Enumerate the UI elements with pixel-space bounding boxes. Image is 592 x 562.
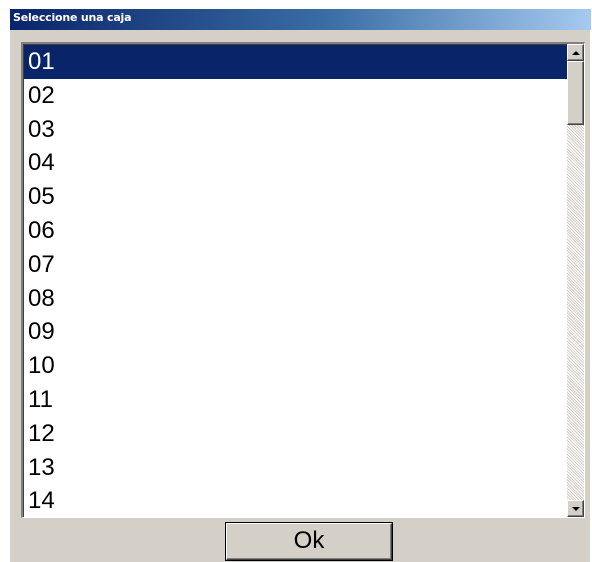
select-box-dialog: Seleccione una caja 01 02 03 04 05 06 07…	[9, 9, 591, 562]
list-item[interactable]: 08	[24, 282, 568, 316]
window-title: Seleccione una caja	[13, 11, 132, 24]
list-item[interactable]: 04	[24, 146, 568, 180]
list-item[interactable]: 06	[24, 214, 568, 248]
list-item[interactable]: 10	[24, 349, 568, 383]
list-item[interactable]: 09	[24, 315, 568, 349]
title-bar[interactable]: Seleccione una caja	[10, 9, 591, 30]
list-item[interactable]: 14	[24, 484, 568, 517]
list-item[interactable]: 13	[24, 451, 568, 485]
list-item[interactable]: 07	[24, 248, 568, 282]
box-list: 01 02 03 04 05 06 07 08 09 10 11 12 13 1…	[24, 45, 568, 517]
ok-button[interactable]: Ok	[226, 523, 392, 560]
arrow-down-icon	[572, 507, 580, 511]
scroll-down-button[interactable]	[567, 500, 584, 517]
list-item[interactable]: 02	[24, 79, 568, 113]
list-item[interactable]: 11	[24, 383, 568, 417]
arrow-up-icon	[572, 51, 580, 55]
list-item[interactable]: 03	[24, 113, 568, 147]
list-item[interactable]: 12	[24, 417, 568, 451]
scrollbar-thumb[interactable]	[567, 61, 584, 125]
list-item-selected[interactable]: 01	[24, 45, 568, 79]
scroll-up-button[interactable]	[567, 44, 584, 61]
list-item[interactable]: 05	[24, 180, 568, 214]
vertical-scrollbar[interactable]	[567, 44, 584, 517]
box-listbox[interactable]: 01 02 03 04 05 06 07 08 09 10 11 12 13 1…	[21, 42, 585, 518]
